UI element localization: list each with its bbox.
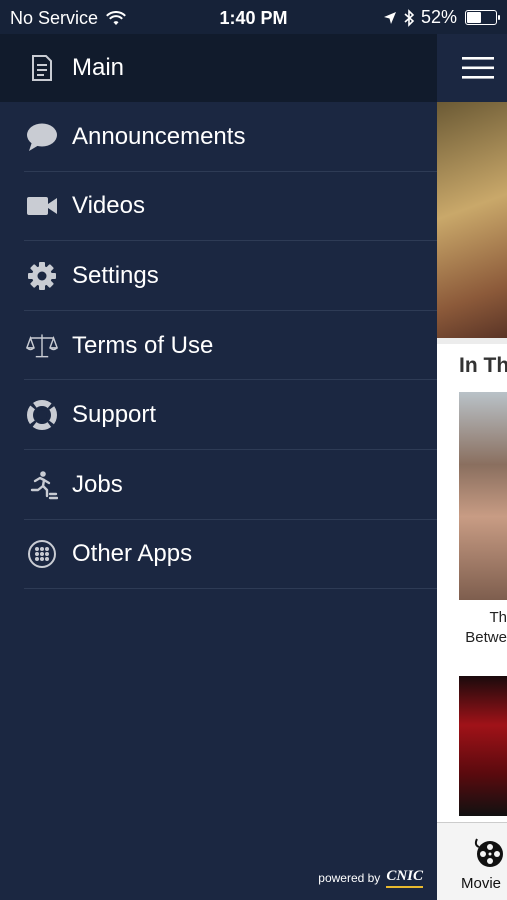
movie-poster[interactable] [459,392,507,600]
tab-bar: Movie [437,822,507,900]
menu-item-label: Announcements [72,122,246,150]
running-person-icon [26,469,58,501]
menu-item-label: Other Apps [72,540,193,568]
divider [24,588,437,590]
menu-item-label: Videos [72,192,145,220]
menu-item-main[interactable]: Main [0,34,437,102]
grid-dots-icon [26,538,58,570]
caption-line: Betwe [465,629,507,646]
gear-icon [26,260,58,292]
navigation-drawer: Main Announcements Videos Settings Terms… [0,34,437,900]
bluetooth-icon [404,8,415,27]
menu-item-jobs[interactable]: Jobs [0,450,437,520]
menu-item-label: Settings [72,261,159,289]
menu-item-label: Support [72,401,157,429]
hamburger-menu-icon[interactable] [461,55,495,81]
scales-icon [26,330,58,362]
status-bar: No Service 1:40 PM 52% [0,0,507,34]
menu-item-terms-of-use[interactable]: Terms of Use [0,311,437,381]
tab-movies-label[interactable]: Movie [461,875,501,892]
film-reel-icon[interactable] [473,835,507,869]
section-title: In Th [459,354,507,377]
lifebuoy-icon [26,399,58,431]
content-topbar [437,34,507,102]
status-right: 52% [383,7,500,28]
powered-by-text: powered by [318,871,381,885]
battery-percent: 52% [420,7,457,27]
caption-line: Th [489,609,507,626]
movie-poster[interactable] [459,676,507,816]
menu-item-settings[interactable]: Settings [0,241,437,311]
cnic-logo: CNIC [386,868,423,888]
menu-item-label: Jobs [72,470,123,498]
menu-item-videos[interactable]: Videos [0,172,437,242]
video-camera-icon [26,190,58,222]
powered-by-footer[interactable]: powered by CNIC [318,868,423,888]
location-arrow-icon [383,11,396,24]
menu-item-other-apps[interactable]: Other Apps [0,520,437,590]
battery-icon [465,10,500,25]
menu-item-announcements[interactable]: Announcements [0,102,437,172]
document-icon [26,52,58,84]
main-content-peek[interactable]: In Th Th Betwe Movie [437,34,507,900]
menu-item-support[interactable]: Support [0,380,437,450]
menu-item-label: Terms of Use [72,331,214,359]
battery-fill [467,12,481,23]
speech-bubble-icon [26,121,58,153]
movie-caption[interactable]: Th Betwe [437,608,507,648]
menu-item-label: Main [72,54,125,81]
hero-banner-image[interactable] [437,102,507,338]
